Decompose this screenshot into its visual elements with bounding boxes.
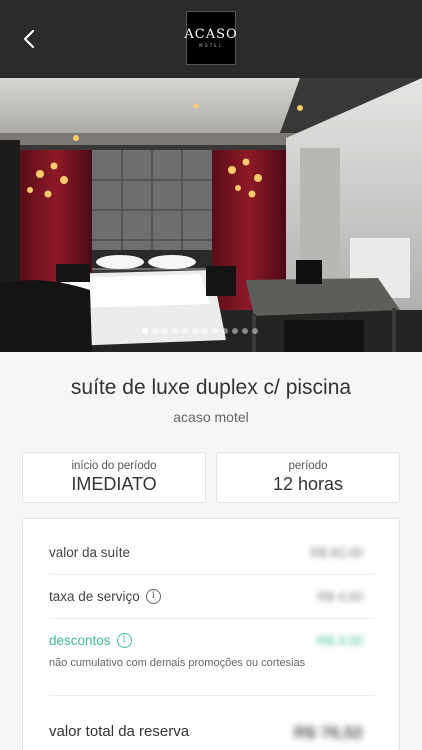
motel-name: acaso motel	[173, 409, 249, 425]
period-label: período	[288, 460, 328, 472]
period-selector[interactable]: período 12 horas	[216, 452, 400, 503]
start-period-value: IMEDIATO	[71, 474, 157, 494]
divider	[49, 574, 375, 575]
carousel-dot[interactable]	[252, 328, 258, 334]
period-value: 12 horas	[272, 474, 344, 494]
info-icon[interactable]: i	[145, 589, 161, 604]
carousel-dot[interactable]	[222, 328, 228, 334]
logo-text: ACASO	[184, 27, 238, 42]
room-photo-carousel[interactable]	[0, 78, 422, 352]
carousel-dot[interactable]	[212, 328, 218, 334]
suite-price-row: valor da suíte R$ 82,00	[49, 545, 375, 560]
discount-note: não cumulativo com demais promoções ou c…	[49, 657, 306, 669]
top-header: ACASO MOTEL	[0, 0, 422, 78]
back-button[interactable]	[14, 24, 44, 54]
divider	[49, 618, 375, 619]
carousel-dot[interactable]	[202, 328, 208, 334]
motel-logo: ACASO MOTEL	[184, 11, 238, 65]
carousel-dot[interactable]	[232, 328, 238, 334]
logo-subtext: MOTEL	[199, 43, 223, 48]
carousel-dot[interactable]	[152, 328, 158, 334]
room-title: suíte de luxe duplex c/ piscina	[70, 376, 352, 399]
discount-row: descontos i -R$ 4,00	[49, 633, 375, 648]
carousel-dot[interactable]	[192, 328, 198, 334]
service-fee-row: taxa de serviço i R$ 4,60	[49, 589, 375, 604]
suite-price-value: R$ 82,00	[310, 545, 363, 560]
carousel-dots[interactable]	[142, 326, 258, 336]
carousel-dot[interactable]	[142, 328, 148, 334]
discount-info-icon[interactable]: i	[116, 633, 132, 648]
carousel-dot[interactable]	[162, 328, 168, 334]
total-row: valor total da reserva R$ 76,52	[49, 723, 375, 742]
carousel-dot[interactable]	[172, 328, 178, 334]
start-period-selector[interactable]: início do período IMEDIATO	[22, 452, 206, 503]
discount-value: -R$ 4,00	[313, 633, 363, 648]
discount-label: descontos	[49, 633, 111, 648]
service-fee-label: taxa de serviço	[49, 589, 140, 604]
carousel-dot[interactable]	[242, 328, 248, 334]
divider	[49, 695, 375, 696]
service-fee-value: R$ 4,60	[317, 589, 363, 604]
start-period-label: início do período	[71, 460, 157, 472]
room-photo	[0, 78, 422, 352]
chevron-left-icon	[23, 29, 35, 49]
total-value: R$ 76,52	[294, 723, 363, 742]
price-summary-card: valor da suíte R$ 82,00 taxa de serviço …	[22, 518, 400, 750]
carousel-dot[interactable]	[182, 328, 188, 334]
